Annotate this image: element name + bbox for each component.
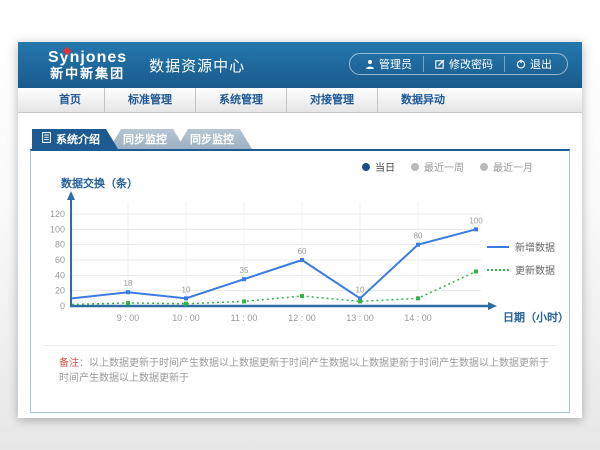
nav-item-data-change[interactable]: 数据异动 xyxy=(377,88,468,112)
chart-legend: 新增数据 更新数据 xyxy=(487,239,555,277)
logout-label: 退出 xyxy=(530,56,552,72)
green-dotted-swatch-icon xyxy=(487,269,509,271)
radio-dot-icon xyxy=(480,163,488,171)
svg-text:80: 80 xyxy=(55,240,65,250)
filter-last-month[interactable]: 最近一月 xyxy=(480,159,533,174)
svg-text:13 : 00: 13 : 00 xyxy=(346,313,374,323)
logout-button[interactable]: 退出 xyxy=(504,56,563,72)
blue-line-swatch-icon xyxy=(487,246,509,248)
filter-label: 当日 xyxy=(375,159,395,174)
filter-today[interactable]: 当日 xyxy=(362,159,395,174)
edit-icon xyxy=(435,59,445,69)
legend-item-update-data[interactable]: 更新数据 xyxy=(487,262,555,277)
chart-panel: 当日 最近一周 最近一月 数据交换（条） 0204060801001209 : … xyxy=(30,149,570,413)
svg-text:12 : 00: 12 : 00 xyxy=(288,313,316,323)
change-password-label: 修改密码 xyxy=(449,56,493,72)
time-range-filters: 当日 最近一周 最近一月 xyxy=(362,159,533,174)
tab-sync-monitor-1[interactable]: 同步监控 xyxy=(109,129,185,149)
app-header: Synjones 新中新集团 数据资源中心 管理员 修改密码 xyxy=(18,42,582,88)
svg-text:11 : 00: 11 : 00 xyxy=(231,313,258,323)
logo-text-cn: 新中新集团 xyxy=(48,67,127,81)
note-divider xyxy=(43,345,557,346)
radio-dot-icon xyxy=(411,163,419,171)
app-title: 数据资源中心 xyxy=(149,55,245,76)
nav-item-system-mgmt[interactable]: 系统管理 xyxy=(195,88,286,112)
nav-item-interface-mgmt[interactable]: 对接管理 xyxy=(286,88,377,112)
svg-text:35: 35 xyxy=(240,266,249,275)
user-menu-admin[interactable]: 管理员 xyxy=(354,56,423,72)
tab-sync-monitor-2[interactable]: 同步监控 xyxy=(176,129,252,149)
change-password-button[interactable]: 修改密码 xyxy=(423,56,504,72)
nav-item-standard-mgmt[interactable]: 标准管理 xyxy=(104,88,195,112)
legend-label: 新增数据 xyxy=(515,239,555,254)
user-icon xyxy=(365,59,375,69)
svg-text:60: 60 xyxy=(298,247,307,256)
logo-text-en: Synjones xyxy=(48,50,127,67)
svg-text:20: 20 xyxy=(55,286,65,296)
content-area: 系统介绍 同步监控 同步监控 当日 最近一周 xyxy=(18,113,582,413)
svg-text:100: 100 xyxy=(469,216,483,225)
user-menu-label: 管理员 xyxy=(379,56,412,72)
svg-text:10 : 00: 10 : 00 xyxy=(172,313,200,323)
svg-text:40: 40 xyxy=(55,270,65,280)
svg-text:14 : 00: 14 : 00 xyxy=(404,313,432,323)
svg-text:120: 120 xyxy=(50,209,65,219)
main-nav: 首页 标准管理 系统管理 对接管理 数据异动 xyxy=(18,88,582,113)
app-window: Synjones 新中新集团 数据资源中心 管理员 修改密码 xyxy=(18,42,582,418)
svg-text:60: 60 xyxy=(55,255,65,265)
nav-item-home[interactable]: 首页 xyxy=(36,88,104,112)
power-icon xyxy=(516,59,526,69)
desktop-background: Synjones 新中新集团 数据资源中心 管理员 修改密码 xyxy=(0,0,600,450)
svg-text:0: 0 xyxy=(60,301,65,311)
tab-label: 同步监控 xyxy=(190,131,234,147)
user-menu: 管理员 修改密码 退出 xyxy=(349,53,568,75)
tab-label: 系统介绍 xyxy=(56,131,100,147)
filter-label: 最近一周 xyxy=(424,159,464,174)
tab-bar: 系统介绍 同步监控 同步监控 xyxy=(32,129,570,149)
document-icon xyxy=(42,132,51,146)
svg-text:18: 18 xyxy=(124,279,133,288)
svg-text:100: 100 xyxy=(50,224,65,234)
svg-text:9 : 00: 9 : 00 xyxy=(117,313,140,323)
legend-label: 更新数据 xyxy=(515,262,555,277)
tab-system-intro[interactable]: 系统介绍 xyxy=(32,129,118,149)
tab-label: 同步监控 xyxy=(123,131,167,147)
filter-last-week[interactable]: 最近一周 xyxy=(411,159,464,174)
synjones-logo: Synjones 新中新集团 xyxy=(48,50,127,80)
filter-label: 最近一月 xyxy=(493,159,533,174)
radio-dot-icon xyxy=(362,163,370,171)
svg-text:10: 10 xyxy=(182,285,191,294)
svg-text:10: 10 xyxy=(356,285,365,294)
legend-item-new-data[interactable]: 新增数据 xyxy=(487,239,555,254)
footnote: 备注：以上数据更新于时间产生数据以上数据更新于时间产生数据以上数据更新于时间产生… xyxy=(59,356,549,386)
svg-text:日期（小时）: 日期（小时） xyxy=(503,310,569,324)
footnote-text: ：以上数据更新于时间产生数据以上数据更新于时间产生数据以上数据更新于时间产生数据… xyxy=(59,358,549,384)
svg-text:80: 80 xyxy=(414,232,423,241)
footnote-label: 备注 xyxy=(59,358,79,369)
